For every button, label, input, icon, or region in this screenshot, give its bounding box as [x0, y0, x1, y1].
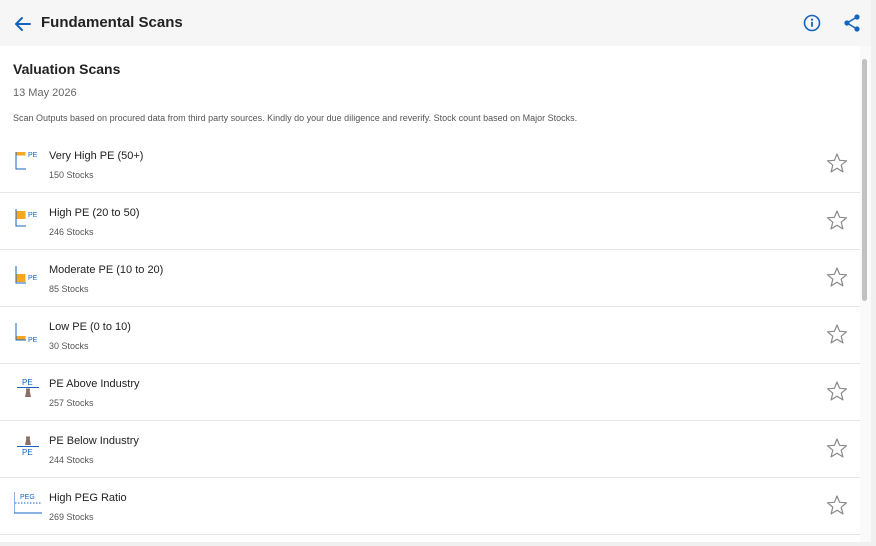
stock-count: 244 Stocks [49, 455, 94, 465]
svg-text:PE: PE [28, 212, 38, 219]
star-icon[interactable] [826, 209, 848, 231]
star-icon[interactable] [826, 380, 848, 402]
scan-name: PE Above Industry [49, 378, 140, 390]
very-high-pe-icon: PE [14, 150, 42, 178]
scan-name: Low PE (0 to 10) [49, 321, 131, 333]
star-icon[interactable] [826, 323, 848, 345]
stock-count: 85 Stocks [49, 284, 89, 294]
scan-row-high-pe[interactable]: PE High PE (20 to 50) 246 Stocks [0, 193, 860, 250]
star-icon[interactable] [826, 152, 848, 174]
stock-count: 257 Stocks [49, 398, 94, 408]
scan-row-pe-below-industry[interactable]: PE PE Below Industry 244 Stocks [0, 421, 860, 478]
low-pe-icon: PE [14, 321, 42, 349]
app-frame: Fundamental Scans Valuation Scans 13 May… [0, 0, 871, 542]
scan-content[interactable]: Valuation Scans 13 May 2026 Scan Outputs… [0, 46, 860, 542]
star-icon[interactable] [826, 494, 848, 516]
stock-count: 30 Stocks [49, 341, 89, 351]
disclaimer-text: Scan Outputs based on procured data from… [13, 113, 578, 123]
back-arrow-icon[interactable] [12, 13, 34, 35]
section-title: Valuation Scans [13, 61, 121, 77]
svg-text:PE: PE [22, 378, 33, 387]
svg-text:PEG: PEG [20, 494, 35, 501]
scan-row-low-pe[interactable]: PE Low PE (0 to 10) 30 Stocks [0, 307, 860, 364]
svg-text:PE: PE [28, 337, 38, 344]
high-peg-icon: PEG [13, 492, 42, 520]
pe-below-industry-icon: PE [14, 435, 42, 463]
page-title: Fundamental Scans [41, 14, 183, 31]
star-icon[interactable] [826, 437, 848, 459]
scan-row-moderate-pe[interactable]: PE Moderate PE (10 to 20) 85 Stocks [0, 250, 860, 307]
svg-text:PE: PE [28, 275, 38, 282]
scan-row-high-peg[interactable]: PEG High PEG Ratio 269 Stocks [0, 478, 860, 535]
scan-name: High PE (20 to 50) [49, 207, 140, 219]
scan-row-pe-above-industry[interactable]: PE PE Above Industry 257 Stocks [0, 364, 860, 421]
scan-name: PE Below Industry [49, 435, 139, 447]
share-icon[interactable] [842, 13, 862, 33]
info-icon[interactable] [802, 13, 822, 33]
stock-count: 246 Stocks [49, 227, 94, 237]
scan-date: 13 May 2026 [13, 87, 77, 99]
svg-text:PE: PE [28, 152, 38, 159]
scan-name: High PEG Ratio [49, 492, 127, 504]
pe-above-industry-icon: PE [14, 378, 42, 406]
svg-text:PE: PE [22, 448, 33, 457]
scan-name: Moderate PE (10 to 20) [49, 264, 164, 276]
moderate-pe-icon: PE [14, 264, 42, 292]
star-icon[interactable] [826, 266, 848, 288]
scan-name: Very High PE (50+) [49, 150, 144, 162]
stock-count: 269 Stocks [49, 512, 94, 522]
scrollbar-thumb[interactable] [862, 59, 867, 301]
scan-list: PE Very High PE (50+) 150 Stocks PE High… [0, 136, 860, 535]
header-bar: Fundamental Scans [0, 0, 871, 46]
stock-count: 150 Stocks [49, 170, 94, 180]
high-pe-icon: PE [14, 207, 42, 235]
scan-row-very-high-pe[interactable]: PE Very High PE (50+) 150 Stocks [0, 136, 860, 193]
